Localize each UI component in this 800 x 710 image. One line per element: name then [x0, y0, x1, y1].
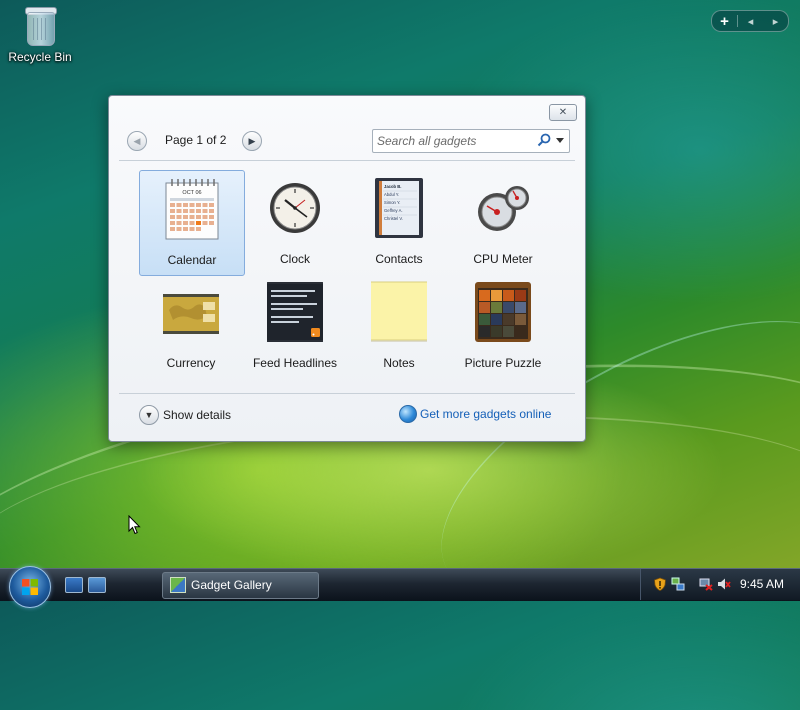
taskbar-button-label: Gadget Gallery: [191, 578, 272, 592]
gadget-label: Contacts: [375, 252, 423, 266]
feed-headlines-icon: [267, 282, 323, 342]
sidebar-next-button[interactable]: ▸: [763, 15, 788, 28]
taskbar-clock[interactable]: 9:45 AM: [740, 577, 784, 591]
cpu-meter-icon: [478, 186, 529, 231]
recycle-bin-label: Recycle Bin: [8, 50, 72, 64]
calendar-month-text: OCT 06: [182, 190, 201, 196]
contact-name-text: Abdul Y.: [384, 192, 399, 197]
get-more-gadgets-link[interactable]: Get more gadgets online: [420, 407, 551, 421]
gallery-toolbar: ◀ Page 1 of 2 ▶: [125, 129, 570, 153]
volume-muted-icon[interactable]: [717, 577, 731, 591]
chevron-down-icon[interactable]: [556, 138, 564, 143]
add-gadget-button[interactable]: +: [712, 13, 737, 30]
gadget-grid: OCT 06 Calendar Clock Jacob B. Abdul Y. …: [137, 170, 557, 380]
contact-name-text: Christel V.: [384, 216, 403, 221]
divider: [119, 160, 575, 161]
page-indicator: Page 1 of 2: [165, 133, 227, 147]
gadget-label: Currency: [166, 356, 216, 370]
gadget-label: Feed Headlines: [252, 356, 338, 370]
gadget-tile-picture-puzzle[interactable]: Picture Puzzle: [451, 274, 555, 378]
currency-icon: [163, 294, 219, 334]
gadget-tile-notes[interactable]: Notes: [347, 274, 451, 378]
contact-name-text: Geffrey A.: [384, 208, 403, 213]
globe-icon: [399, 405, 417, 423]
close-button[interactable]: ✕: [549, 104, 577, 121]
switch-windows-icon[interactable]: [88, 577, 106, 593]
recycle-bin-icon: [23, 4, 57, 46]
show-details-button[interactable]: ▼: [139, 405, 159, 425]
search-input[interactable]: [377, 133, 527, 149]
gadget-label: Calendar: [167, 253, 217, 267]
show-desktop-icon[interactable]: [65, 577, 83, 593]
picture-puzzle-icon: [475, 282, 531, 342]
gadget-label: Notes: [383, 356, 415, 370]
gadget-tile-feed-headlines[interactable]: Feed Headlines: [243, 274, 347, 378]
chevron-down-icon: ▼: [144, 410, 154, 420]
search-icon[interactable]: [537, 133, 551, 147]
previous-page-button[interactable]: ◀: [127, 131, 147, 151]
mouse-cursor-icon: [128, 515, 141, 535]
clock-icon: [270, 183, 320, 233]
gadget-label: Clock: [279, 252, 310, 266]
sidebar-controls: + ◂ ▸: [711, 10, 789, 32]
network-icon[interactable]: [671, 577, 685, 591]
gadget-tile-currency[interactable]: Currency: [139, 274, 243, 378]
gadget-label: Picture Puzzle: [464, 356, 542, 370]
gadget-tile-contacts[interactable]: Jacob B. Abdul Y. Simon Y. Geffrey A. Ch…: [347, 170, 451, 274]
taskbar-button-gadget-gallery[interactable]: Gadget Gallery: [162, 572, 319, 599]
show-details-label[interactable]: Show details: [163, 408, 231, 422]
calendar-icon: OCT 06: [165, 179, 219, 240]
gadget-label: CPU Meter: [473, 252, 533, 266]
windows-logo-icon: [22, 579, 38, 595]
gadget-tile-calendar[interactable]: OCT 06 Calendar: [139, 170, 245, 276]
search-box: [372, 129, 570, 153]
next-page-button[interactable]: ▶: [242, 131, 262, 151]
recycle-bin-desktop-icon[interactable]: Recycle Bin: [6, 4, 74, 64]
divider: [119, 393, 575, 394]
network-disconnected-icon[interactable]: [699, 577, 713, 591]
gadget-tile-clock[interactable]: Clock: [243, 170, 347, 274]
sidebar-prev-button[interactable]: ◂: [738, 15, 763, 28]
notes-icon: [371, 281, 427, 342]
contacts-icon: Jacob B. Abdul Y. Simon Y. Geffrey A. Ch…: [375, 178, 423, 238]
gadget-gallery-icon: [170, 577, 186, 593]
contact-name-text: Simon Y.: [384, 200, 400, 205]
contact-name-text: Jacob B.: [384, 184, 401, 189]
gadget-tile-cpu-meter[interactable]: CPU Meter: [451, 170, 555, 274]
start-button[interactable]: [9, 566, 51, 608]
security-shield-icon[interactable]: [653, 577, 667, 591]
gadget-gallery-window: ✕ ◀ Page 1 of 2 ▶ OCT 06: [108, 95, 586, 442]
